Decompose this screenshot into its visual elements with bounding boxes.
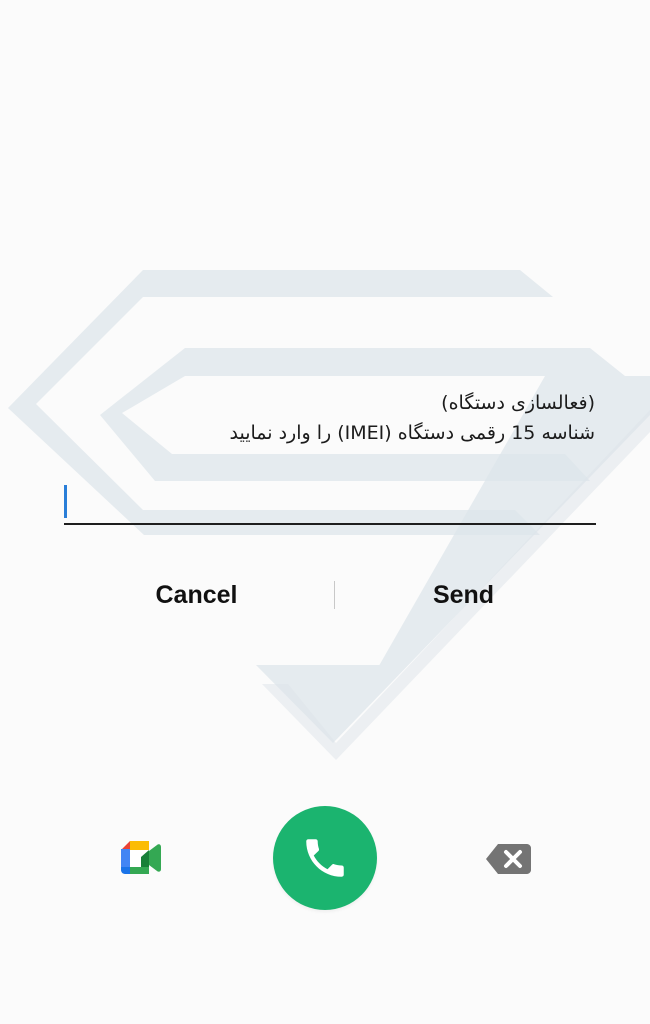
backspace-icon[interactable] xyxy=(485,842,532,876)
input-underline xyxy=(64,523,596,525)
cancel-button[interactable]: Cancel xyxy=(64,565,329,625)
dialog-actions: Cancel Send xyxy=(64,565,596,625)
call-button[interactable] xyxy=(273,806,377,910)
google-meet-icon[interactable] xyxy=(119,839,163,877)
phone-icon xyxy=(306,839,344,877)
imei-input-field[interactable] xyxy=(64,478,596,528)
dialog-message: شناسه 15 رقمی دستگاه (IMEI) را وارد نمای… xyxy=(229,422,596,444)
dialog-title: (فعالسازی دستگاه) xyxy=(441,392,595,414)
imei-input[interactable] xyxy=(64,478,596,522)
text-caret xyxy=(64,485,67,518)
ussd-prompt: (فعالسازی دستگاه) شناسه 15 رقمی دستگاه (… xyxy=(55,388,596,448)
send-button[interactable]: Send xyxy=(331,565,596,625)
